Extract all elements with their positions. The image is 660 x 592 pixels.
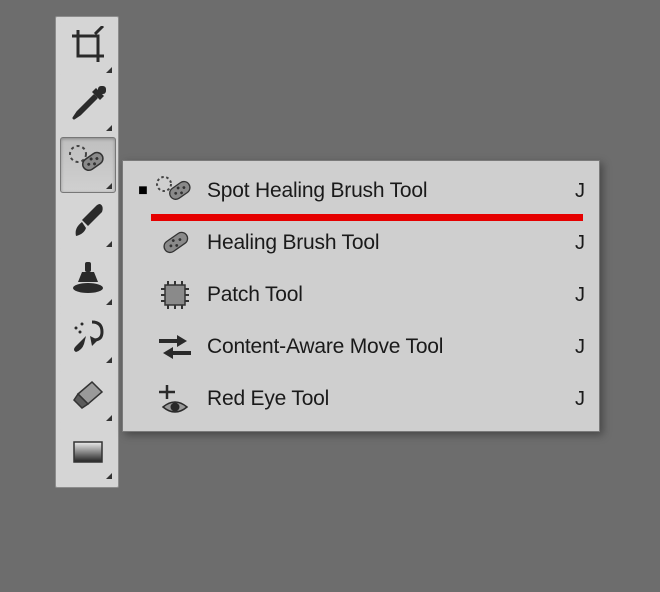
- flyout-item-content-aware-move[interactable]: Content-Aware Move Tool J: [123, 321, 599, 373]
- flyout-indicator-icon: [106, 415, 112, 421]
- selected-marker-icon: ■: [133, 182, 153, 200]
- flyout-item-label: Content-Aware Move Tool: [207, 335, 567, 359]
- gradient-icon: [68, 432, 108, 478]
- content-aware-move-icon: [153, 327, 197, 367]
- flyout-item-spot-healing-brush[interactable]: ■ Spot Healing Brush Tool J: [123, 165, 599, 217]
- flyout-item-label: Spot Healing Brush Tool: [207, 179, 567, 203]
- red-eye-icon: [153, 379, 197, 419]
- flyout-indicator-icon: [106, 125, 112, 131]
- brush-icon: [68, 200, 108, 246]
- flyout-item-label: Healing Brush Tool: [207, 231, 567, 255]
- flyout-item-patch[interactable]: Patch Tool J: [123, 269, 599, 321]
- tool-brush[interactable]: [60, 195, 116, 251]
- flyout-indicator-icon: [106, 241, 112, 247]
- clone-stamp-icon: [68, 258, 108, 304]
- flyout-indicator-icon: [106, 473, 112, 479]
- flyout-item-label: Patch Tool: [207, 283, 567, 307]
- tool-gradient[interactable]: [60, 427, 116, 483]
- flyout-indicator-icon: [106, 299, 112, 305]
- healing-brush-icon: [153, 223, 197, 263]
- shortcut-key: J: [567, 232, 585, 255]
- patch-icon: [153, 275, 197, 315]
- highlight-underline: [151, 214, 583, 221]
- healing-tools-flyout: ■ Spot Healing Brush Tool J: [122, 160, 600, 432]
- tool-history-brush[interactable]: [60, 311, 116, 367]
- shortcut-key: J: [567, 180, 585, 203]
- history-brush-icon: [68, 316, 108, 362]
- flyout-item-red-eye[interactable]: Red Eye Tool J: [123, 373, 599, 425]
- tools-toolbar: [55, 16, 119, 488]
- tool-crop[interactable]: [60, 21, 116, 77]
- flyout-item-label: Red Eye Tool: [207, 387, 567, 411]
- flyout-item-healing-brush[interactable]: Healing Brush Tool J: [123, 217, 599, 269]
- spot-healing-brush-icon: [68, 142, 108, 188]
- crop-icon: [68, 26, 108, 72]
- shortcut-key: J: [567, 388, 585, 411]
- flyout-indicator-icon: [106, 183, 112, 189]
- flyout-indicator-icon: [106, 357, 112, 363]
- tool-eyedropper[interactable]: [60, 79, 116, 135]
- eraser-icon: [68, 374, 108, 420]
- tool-clone-stamp[interactable]: [60, 253, 116, 309]
- flyout-indicator-icon: [106, 67, 112, 73]
- eyedropper-icon: [68, 84, 108, 130]
- shortcut-key: J: [567, 336, 585, 359]
- tool-spot-healing-brush[interactable]: [60, 137, 116, 193]
- tool-eraser[interactable]: [60, 369, 116, 425]
- shortcut-key: J: [567, 284, 585, 307]
- spot-healing-brush-icon: [153, 171, 197, 211]
